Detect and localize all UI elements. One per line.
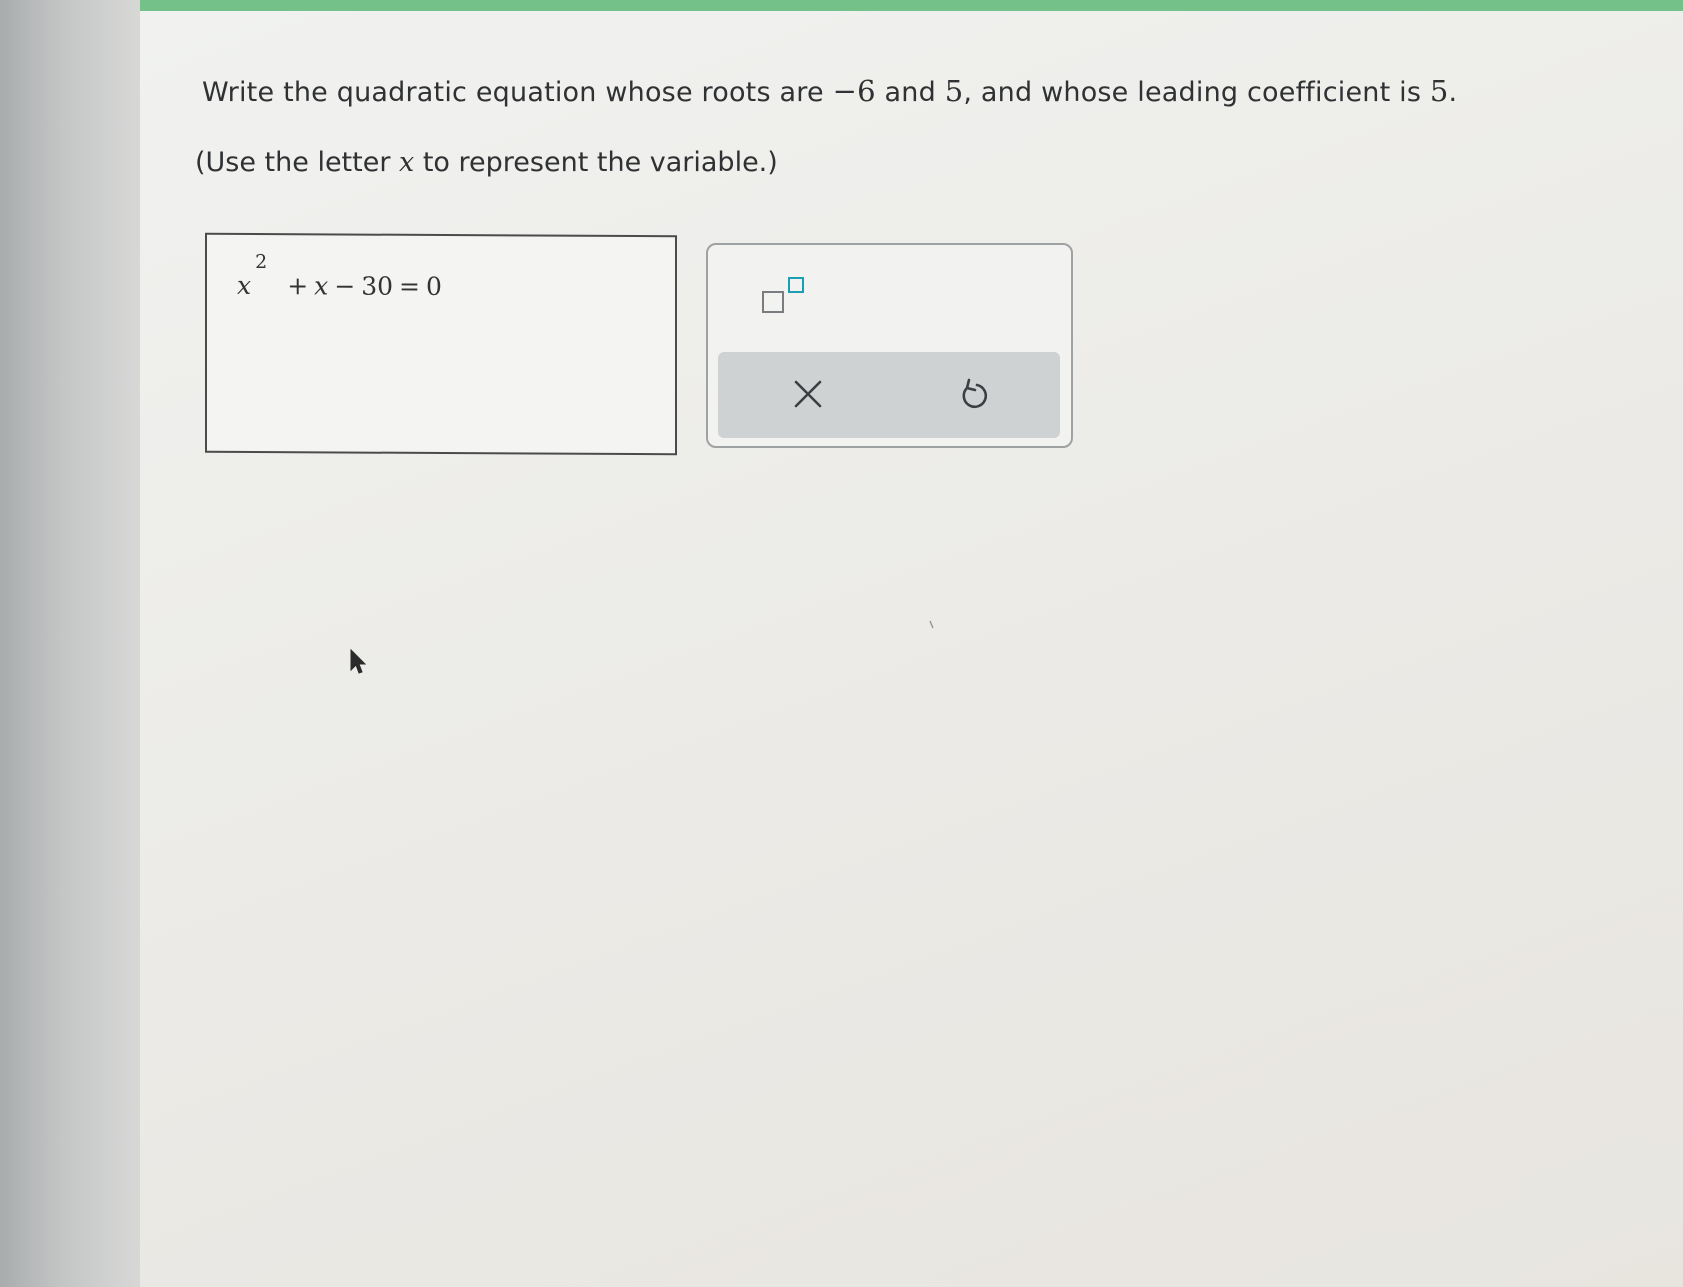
answer-variable: x [237, 270, 252, 301]
instruction-prefix: (Use the letter [195, 147, 400, 178]
undo-icon [962, 378, 988, 409]
question-and: and [875, 77, 945, 108]
undo-button[interactable] [946, 368, 1002, 424]
question-prefix: Write the quadratic equation whose roots… [202, 77, 833, 108]
math-toolbox [706, 243, 1073, 448]
answer-constant: 30 [361, 271, 394, 301]
instruction-text: (Use the letter x to represent the varia… [195, 147, 778, 178]
question-text: Write the quadratic equation whose roots… [202, 74, 1457, 108]
mouse-cursor-icon [350, 648, 367, 674]
answer-plus: + [287, 271, 309, 301]
answer-expression: x2+ x −30 = 0 [237, 251, 442, 302]
root-two: 5 [944, 74, 964, 108]
instruction-variable: x [399, 147, 415, 178]
exponent-base-box [762, 291, 784, 313]
top-progress-bar [140, 0, 1683, 11]
screen-bezel [0, 0, 140, 1287]
exponent-template-button[interactable] [754, 271, 814, 321]
answer-rhs: 0 [425, 271, 442, 302]
leading-coefficient: 5 [1429, 74, 1449, 108]
answer-input[interactable]: x2+ x −30 = 0 [205, 232, 677, 456]
root-one: −6 [832, 74, 876, 108]
answer-minus: − [334, 271, 356, 301]
answer-exponent: 2 [255, 251, 268, 274]
clear-button[interactable] [780, 366, 836, 422]
answer-variable-2: x [314, 271, 329, 301]
exponent-power-box [788, 277, 804, 293]
answer-equals: = [399, 271, 420, 301]
toolbox-action-bar [718, 352, 1060, 438]
instruction-suffix: to represent the variable.) [414, 147, 778, 178]
question-suffix: . [1448, 77, 1458, 108]
page-background [140, 0, 1683, 1287]
screen-speck [929, 620, 934, 629]
question-middle: , and whose leading coefficient is [963, 77, 1430, 108]
close-icon [794, 380, 822, 408]
